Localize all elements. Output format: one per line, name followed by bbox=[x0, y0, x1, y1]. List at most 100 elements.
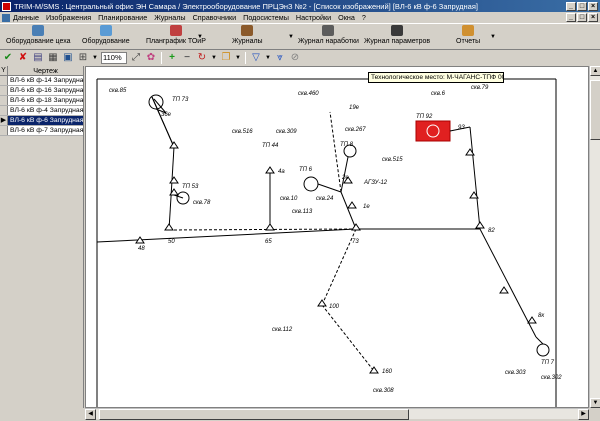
tp6-transformer[interactable] bbox=[303, 176, 319, 192]
plan-graph-dropdown-icon[interactable]: ▼ bbox=[197, 34, 203, 40]
reports-button[interactable]: Отчеты bbox=[456, 25, 480, 45]
equipment-button[interactable]: Оборудование bbox=[82, 25, 130, 45]
horizontal-scrollbar[interactable]: ◀ ▶ bbox=[85, 408, 589, 420]
label-93: 93 bbox=[458, 125, 465, 131]
journals-button[interactable]: Журналы bbox=[232, 25, 263, 45]
table-icon[interactable]: ▦ bbox=[47, 52, 59, 64]
list-item[interactable]: ВЛ-6 кВ ф-7 Запрудная bbox=[0, 126, 83, 136]
edit-toolbar: ✔ ✘ ▤ ▦ ▣ ⊞ ▼ 110% ⤢ ✿ + − ↻ ▼ ❐ ▼ ▽ ▼ ⩔… bbox=[0, 50, 600, 65]
pole-8k[interactable] bbox=[527, 316, 537, 324]
remove-icon[interactable]: − bbox=[181, 52, 193, 64]
grid-dropdown-icon[interactable]: ▼ bbox=[92, 55, 98, 61]
document-icon[interactable] bbox=[2, 13, 10, 22]
equipment-shop-button[interactable]: Оборудование цеха bbox=[6, 25, 71, 45]
work-journal-button[interactable]: Журнал наработки bbox=[298, 25, 359, 45]
pole-lower-82[interactable] bbox=[499, 286, 509, 294]
reports-icon bbox=[462, 25, 475, 36]
branch-100[interactable] bbox=[321, 228, 357, 306]
export-icon[interactable]: ▣ bbox=[62, 52, 74, 64]
layers-icon[interactable]: ❐ bbox=[220, 52, 232, 64]
grid-icon[interactable]: ⊞ bbox=[77, 52, 89, 64]
branch-160[interactable] bbox=[321, 304, 375, 372]
journals-dropdown-icon[interactable]: ▼ bbox=[288, 34, 294, 40]
label-skv78: скв.78 bbox=[193, 200, 211, 206]
list-item-selected[interactable]: ▶ ВЛ-6 кВ ф-6 Запрудная bbox=[0, 116, 83, 126]
label-tp6: ТП 6 bbox=[299, 167, 313, 173]
column-header-drawing[interactable]: Чертеж bbox=[8, 66, 83, 75]
pole-50[interactable] bbox=[164, 223, 174, 231]
list-item[interactable]: ВЛ-6 кВ ф-14 Запрудная bbox=[0, 76, 83, 86]
main-line[interactable] bbox=[168, 228, 357, 231]
new-doc-icon[interactable]: ▤ bbox=[32, 52, 44, 64]
pole-82[interactable] bbox=[475, 221, 485, 229]
equipment-icon bbox=[99, 25, 112, 36]
scroll-up-icon[interactable]: ▲ bbox=[590, 66, 600, 76]
check-icon[interactable]: ✔ bbox=[2, 52, 14, 64]
scroll-right-icon[interactable]: ▶ bbox=[578, 409, 589, 420]
filter-clear-icon[interactable]: ⊘ bbox=[289, 52, 301, 64]
list-item[interactable]: ВЛ-6 кВ ф-4 Запрудная bbox=[0, 106, 83, 116]
horizontal-scroll-thumb[interactable] bbox=[99, 409, 409, 420]
menu-settings[interactable]: Настройки bbox=[296, 13, 331, 22]
pole-73[interactable] bbox=[351, 223, 361, 231]
menu-references[interactable]: Справочники bbox=[193, 13, 237, 22]
delete-icon[interactable]: ✘ bbox=[17, 52, 29, 64]
menu-images[interactable]: Изображения bbox=[46, 13, 91, 22]
list-item[interactable]: ВЛ-6 кВ ф-16 Запрудная bbox=[0, 86, 83, 96]
pole-65[interactable] bbox=[265, 223, 275, 231]
zoom-combo[interactable]: 110% bbox=[101, 51, 127, 64]
add-icon[interactable]: + bbox=[166, 52, 178, 64]
pole-160[interactable] bbox=[369, 366, 379, 374]
list-header: Y Чертеж bbox=[0, 66, 83, 76]
palette-icon[interactable]: ✿ bbox=[145, 52, 157, 64]
main-line-left[interactable] bbox=[96, 228, 357, 243]
mdi-close-button[interactable]: × bbox=[588, 13, 598, 22]
refresh-dropdown-icon[interactable]: ▼ bbox=[211, 55, 217, 61]
refresh-icon[interactable]: ↻ bbox=[196, 52, 208, 64]
minimize-button[interactable]: _ bbox=[566, 1, 576, 11]
scroll-left-icon[interactable]: ◀ bbox=[85, 409, 96, 420]
list-item[interactable]: ВЛ-6 кВ ф-18 Запрудная bbox=[0, 96, 83, 106]
equipment-shop-icon bbox=[32, 25, 45, 36]
scroll-down-icon[interactable]: ▼ bbox=[590, 398, 600, 408]
branch-tp73[interactable] bbox=[168, 146, 175, 231]
menu-help[interactable]: ? bbox=[362, 13, 366, 22]
branch-tp92[interactable] bbox=[469, 126, 481, 230]
vertical-scrollbar[interactable]: ▲ ▼ bbox=[589, 66, 600, 408]
tp92-highlight[interactable] bbox=[415, 120, 451, 142]
filter-icon[interactable]: ▽ bbox=[250, 52, 262, 64]
maximize-button[interactable]: □ bbox=[577, 1, 587, 11]
mdi-minimize-button[interactable]: _ bbox=[566, 13, 576, 22]
pole-1e[interactable] bbox=[347, 201, 357, 209]
menu-windows[interactable]: Окна bbox=[338, 13, 355, 22]
vertical-scroll-thumb[interactable] bbox=[590, 80, 600, 140]
reports-dropdown-icon[interactable]: ▼ bbox=[490, 34, 496, 40]
menu-journals[interactable]: Журналы bbox=[154, 13, 185, 22]
filter-down-icon[interactable]: ⩔ bbox=[274, 52, 286, 64]
pole-4a[interactable] bbox=[265, 166, 275, 174]
pole-36e[interactable] bbox=[169, 141, 179, 149]
close-button[interactable]: × bbox=[588, 1, 598, 11]
layers-dropdown-icon[interactable]: ▼ bbox=[235, 55, 241, 61]
branch-tp6[interactable] bbox=[340, 191, 357, 230]
filter-icon[interactable]: Y bbox=[0, 66, 8, 75]
equipment-label: Оборудование bbox=[82, 38, 130, 45]
pole-100[interactable] bbox=[317, 299, 327, 307]
mdi-maximize-button[interactable]: □ bbox=[577, 13, 587, 22]
param-journal-button[interactable]: Журнал параметров bbox=[364, 25, 430, 45]
label-skv308: скв.308 bbox=[373, 388, 394, 394]
zoom-fit-icon[interactable]: ⤢ bbox=[130, 52, 142, 64]
label-tp92: ТП 92 bbox=[416, 114, 433, 120]
menu-planning[interactable]: Планирование bbox=[98, 13, 147, 22]
tp7-transformer[interactable] bbox=[536, 343, 550, 357]
branch-tp7[interactable] bbox=[479, 228, 537, 338]
work-journal-icon bbox=[322, 25, 335, 36]
menu-subsystems[interactable]: Подосистемы bbox=[243, 13, 289, 22]
pole-mid[interactable] bbox=[169, 176, 179, 184]
diagram-canvas[interactable]: скв.85 ТП 73 36е скв.460 19е скв.6 скв.7… bbox=[85, 66, 589, 408]
branch-skv460[interactable] bbox=[329, 111, 342, 193]
menu-data[interactable]: Данные bbox=[13, 13, 39, 22]
list-item-label: ВЛ-6 кВ ф-4 Запрудная bbox=[8, 106, 83, 115]
label-skv113: скв.113 bbox=[292, 209, 313, 215]
filter-dropdown-icon[interactable]: ▼ bbox=[265, 55, 271, 61]
